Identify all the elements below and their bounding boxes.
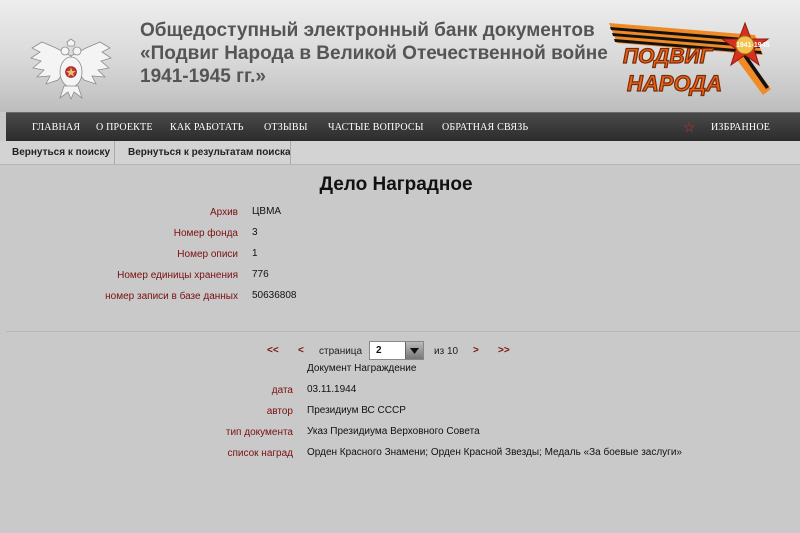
prev-page-link[interactable]: < <box>298 345 304 356</box>
podvig-naroda-logo[interactable]: 1941-1945 ПОДВИГ НАРОДА <box>605 17 775 100</box>
subnav-bar: Вернуться к поиску Вернуться к результат… <box>0 141 800 165</box>
nav-item-feedback[interactable]: Обратная связь <box>442 122 528 133</box>
case-field-label: Номер единицы хранения <box>117 270 238 281</box>
case-field-row: Номер единицы хранения <box>0 269 238 283</box>
main-navigation: Главная О проекте Как работать Отзывы Ча… <box>6 112 800 141</box>
nav-item-favorites[interactable]: Избранное <box>711 122 770 133</box>
case-field-value: 50636808 <box>252 290 297 301</box>
case-field-value: 3 <box>252 227 258 238</box>
document-field-value: 03.11.1944 <box>307 384 357 395</box>
logo-word-2: НАРОДА <box>627 71 722 96</box>
last-page-link[interactable]: >> <box>498 345 510 356</box>
double-headed-eagle-emblem-icon <box>30 38 112 100</box>
site-title-line-1: Общедоступный электронный банк документо… <box>140 20 595 41</box>
site-title: Общедоступный электронный банк документо… <box>140 19 610 88</box>
document-field-label: тип документа <box>225 427 293 438</box>
case-field-row: Номер описи <box>0 248 238 262</box>
document-field-label: автор <box>266 406 293 417</box>
case-field-row: Номер фонда <box>0 227 238 241</box>
nav-item-about[interactable]: О проекте <box>96 122 153 133</box>
back-to-search-link[interactable]: Вернуться к поиску <box>0 141 122 164</box>
document-field-value: Орден Красного Знамени; Орден Красной Зв… <box>307 447 682 458</box>
section-divider <box>6 331 800 332</box>
page-select[interactable]: 2 <box>369 341 424 360</box>
case-field-value: 1 <box>252 248 258 259</box>
document-field-label: дата <box>271 385 293 396</box>
case-field-label: номер записи в базе данных <box>105 291 238 302</box>
document-field-row: автор <box>0 405 293 419</box>
logo-years: 1941-1945 <box>736 42 770 49</box>
first-page-link[interactable]: << <box>267 345 279 356</box>
case-field-row: Архив <box>0 206 238 220</box>
case-field-value: ЦВМА <box>252 206 282 217</box>
case-field-label: Архив <box>209 207 238 218</box>
document-field-row: список наград <box>0 447 293 461</box>
case-field-value: 776 <box>252 269 269 280</box>
subnav-divider <box>114 141 115 164</box>
document-field-label: список наград <box>227 448 293 459</box>
back-to-results-link[interactable]: Вернуться к результатам поиска <box>116 141 303 164</box>
case-title: Дело Наградное <box>319 174 473 195</box>
document-field-row: тип документа <box>0 426 293 440</box>
page-total: из 10 <box>434 346 459 357</box>
case-field-label: Номер фонда <box>173 228 238 239</box>
nav-item-home[interactable]: Главная <box>32 122 80 133</box>
next-page-link[interactable]: > <box>473 345 479 356</box>
document-field-value: Президиум ВС СССР <box>307 405 406 416</box>
case-field-row: номер записи в базе данных <box>0 290 238 304</box>
favorites-star-icon[interactable]: ☆ <box>683 119 696 136</box>
page-label: страница <box>319 346 363 357</box>
document-field-value: Указ Президиума Верховного Совета <box>307 426 480 437</box>
case-field-label: Номер описи <box>177 249 238 260</box>
document-type-title: Документ Награждение <box>307 363 417 374</box>
document-field-row: дата <box>0 384 293 398</box>
logo-word-1: ПОДВИГ <box>623 45 714 68</box>
nav-item-faq[interactable]: Частые вопросы <box>328 122 424 133</box>
nav-item-reviews[interactable]: Отзывы <box>264 122 308 133</box>
subnav-divider <box>290 141 291 164</box>
page-select-value: 2 <box>376 345 382 356</box>
chevron-down-icon[interactable] <box>405 342 423 359</box>
site-title-line-3: 1941-1945 гг.» <box>140 66 266 87</box>
site-title-line-2: «Подвиг Народа в Великой Отечественной в… <box>140 43 608 64</box>
nav-item-how-to-use[interactable]: Как работать <box>170 122 244 133</box>
site-header: Общедоступный электронный банк документо… <box>0 0 800 112</box>
